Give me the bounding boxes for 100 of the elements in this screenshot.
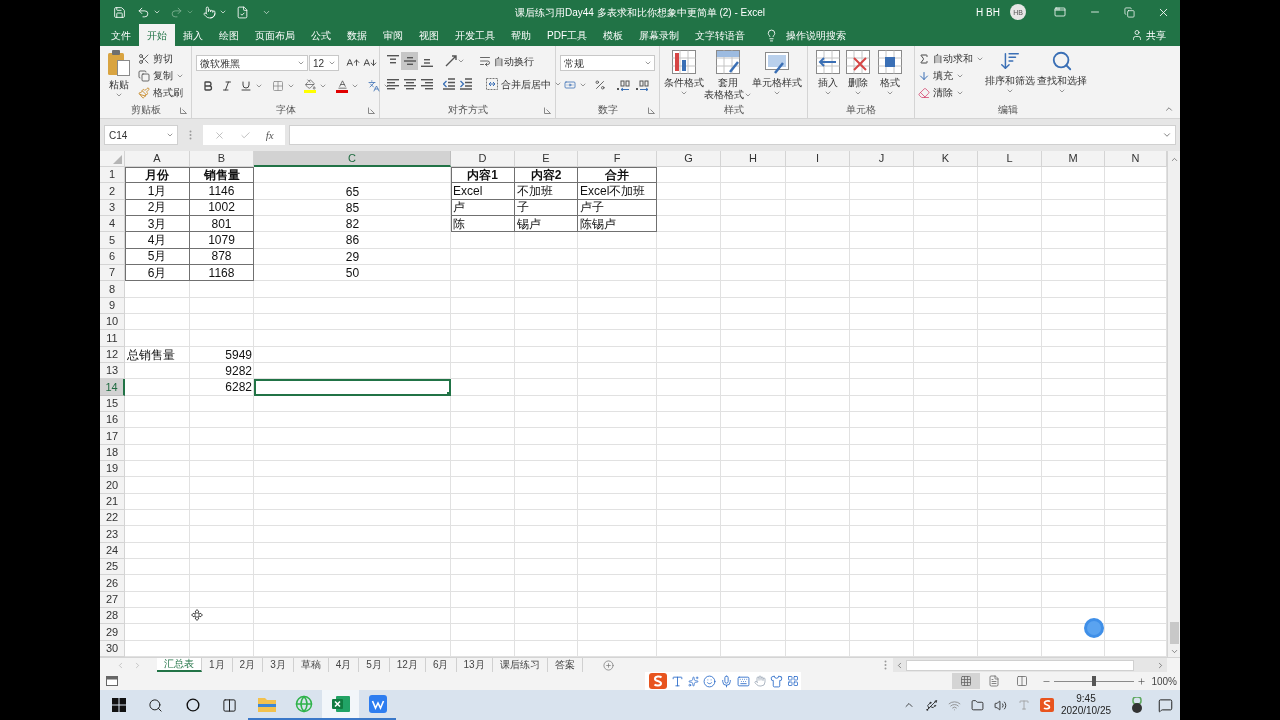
document-check-icon[interactable] (236, 5, 249, 19)
scrollbar-thumb[interactable] (1169, 622, 1179, 644)
ribbon-tab[interactable]: 公式 (303, 24, 339, 46)
clock-time[interactable]: 9:45 (1076, 693, 1096, 705)
zoom-in-icon[interactable] (1137, 676, 1147, 686)
column-header[interactable]: J (850, 151, 914, 167)
bold-icon[interactable] (202, 80, 214, 92)
autosum-button[interactable]: 自动求和 (918, 50, 984, 67)
format-painter-button[interactable]: 格式刷 (138, 84, 184, 101)
zoom-slider[interactable] (1054, 676, 1135, 686)
ribbon-tab[interactable]: 审阅 (375, 24, 411, 46)
phonetic-guide-icon[interactable] (368, 80, 380, 92)
slider-thumb[interactable] (1092, 676, 1097, 686)
column-header[interactable]: H (721, 151, 786, 167)
column-header[interactable]: G (657, 151, 721, 167)
percent-icon[interactable] (594, 79, 606, 91)
ribbon-tab[interactable]: 开始 (139, 24, 175, 46)
ribbon-tab[interactable]: 开发工具 (447, 24, 503, 46)
redo-icon[interactable] (170, 5, 183, 19)
copy-button[interactable]: 复制 (138, 67, 184, 84)
number-format-dropdown[interactable]: 常规 (560, 55, 655, 71)
text-orientation-icon[interactable] (445, 55, 457, 67)
wrap-text-button[interactable]: 自动换行 (479, 53, 534, 69)
column-header[interactable]: B (190, 151, 254, 167)
row-header[interactable]: 8 (100, 281, 125, 298)
merge-center-button[interactable]: 合并后居中 (486, 76, 562, 92)
network-icon[interactable] (948, 698, 961, 712)
sparkle-icon[interactable] (688, 675, 699, 687)
clock-date[interactable]: 2020/10/25 (1060, 705, 1112, 717)
hand-icon[interactable] (754, 675, 766, 687)
column-header[interactable]: F (578, 151, 657, 167)
cancel-icon[interactable] (214, 129, 226, 141)
ribbon-tab[interactable]: 屏幕录制 (631, 24, 687, 46)
insert-function-button[interactable]: fx (265, 126, 274, 144)
scroll-left-icon[interactable] (895, 660, 904, 670)
find-select-button[interactable]: 查找和选择 (1036, 46, 1088, 102)
smiley-icon[interactable] (703, 674, 716, 688)
expand-formula-icon[interactable] (1162, 130, 1172, 140)
column-header[interactable]: N (1105, 151, 1167, 167)
name-box[interactable]: C14 (104, 125, 178, 145)
sheet-tab[interactable]: 汇总表 (157, 658, 202, 672)
row-header[interactable]: 5 (100, 232, 125, 249)
select-all-icon[interactable] (113, 155, 122, 164)
ime-logo-icon[interactable] (649, 673, 667, 689)
macro-record-icon[interactable] (106, 676, 118, 686)
ribbon-tab[interactable]: 视图 (411, 24, 447, 46)
fill-handle-icon[interactable] (447, 391, 451, 396)
ime-tray-icon[interactable] (1039, 698, 1054, 712)
font-color-icon[interactable] (336, 79, 348, 93)
column-header[interactable]: K (914, 151, 978, 167)
cut-button[interactable]: 剪切 (138, 50, 184, 67)
ribbon-tab[interactable]: 插入 (175, 24, 211, 46)
column-header[interactable]: I (786, 151, 850, 167)
fill-button[interactable]: 填充 (918, 67, 984, 84)
microphone-icon[interactable] (720, 674, 733, 688)
conditional-formatting-button[interactable]: 条件格式 (663, 46, 705, 102)
horizontal-scrollbar[interactable] (893, 658, 1167, 672)
row-header[interactable]: 17 (100, 428, 125, 445)
dialog-launcher-icon[interactable] (180, 106, 187, 114)
security-tray-icon[interactable] (1130, 697, 1144, 713)
column-header[interactable]: A (125, 151, 190, 167)
cell-styles-button[interactable]: 单元格样式 (751, 46, 803, 102)
row-header[interactable]: 1 (100, 167, 125, 184)
zoom-level[interactable]: 100% (1151, 673, 1177, 689)
column-header[interactable]: L (978, 151, 1042, 167)
volume-icon[interactable] (994, 698, 1007, 712)
ribbon-tab[interactable]: 绘图 (211, 24, 247, 46)
italic-icon[interactable] (221, 80, 233, 92)
add-sheet-icon[interactable] (602, 659, 614, 671)
dialog-launcher-icon[interactable] (368, 106, 375, 114)
input-method-icon[interactable] (1017, 699, 1030, 711)
underline-icon[interactable] (240, 80, 252, 92)
grid-icon[interactable] (787, 675, 799, 687)
touch-mode-icon[interactable] (203, 5, 216, 19)
paste-button[interactable]: 粘贴 (106, 46, 132, 102)
ribbon-tab[interactable]: 帮助 (503, 24, 539, 46)
ribbon-tab[interactable]: 文字转语音 (687, 24, 753, 46)
dialog-launcher-icon[interactable] (544, 106, 551, 114)
scroll-down-icon[interactable] (1169, 647, 1179, 656)
scrollbar-thumb[interactable] (906, 659, 1134, 671)
column-header[interactable]: D (451, 151, 515, 167)
keyboard-icon[interactable] (737, 674, 750, 688)
ribbon-tab[interactable]: 页面布局 (247, 24, 303, 46)
column-header[interactable]: M (1042, 151, 1105, 167)
view-button[interactable] (952, 673, 981, 689)
increase-decimal-icon[interactable] (617, 79, 630, 91)
shirt-icon[interactable] (770, 674, 783, 688)
tell-me-search[interactable]: 操作说明搜索 (765, 24, 846, 46)
increase-indent-icon[interactable] (460, 78, 472, 90)
borders-icon[interactable] (272, 80, 284, 92)
column-header[interactable]: E (515, 151, 578, 167)
share-button[interactable]: 共享 (1131, 24, 1166, 46)
format-cells-button[interactable]: 格式 (875, 46, 905, 102)
vertical-scrollbar[interactable] (1167, 151, 1180, 657)
ribbon-tab[interactable]: 模板 (595, 24, 631, 46)
collapse-ribbon-icon[interactable] (1164, 104, 1174, 114)
ribbon-tab[interactable]: 文件 (103, 24, 139, 46)
row-header[interactable]: 20 (100, 477, 125, 494)
taskbar-app[interactable] (322, 690, 359, 720)
row-header[interactable]: 2 (100, 183, 125, 200)
